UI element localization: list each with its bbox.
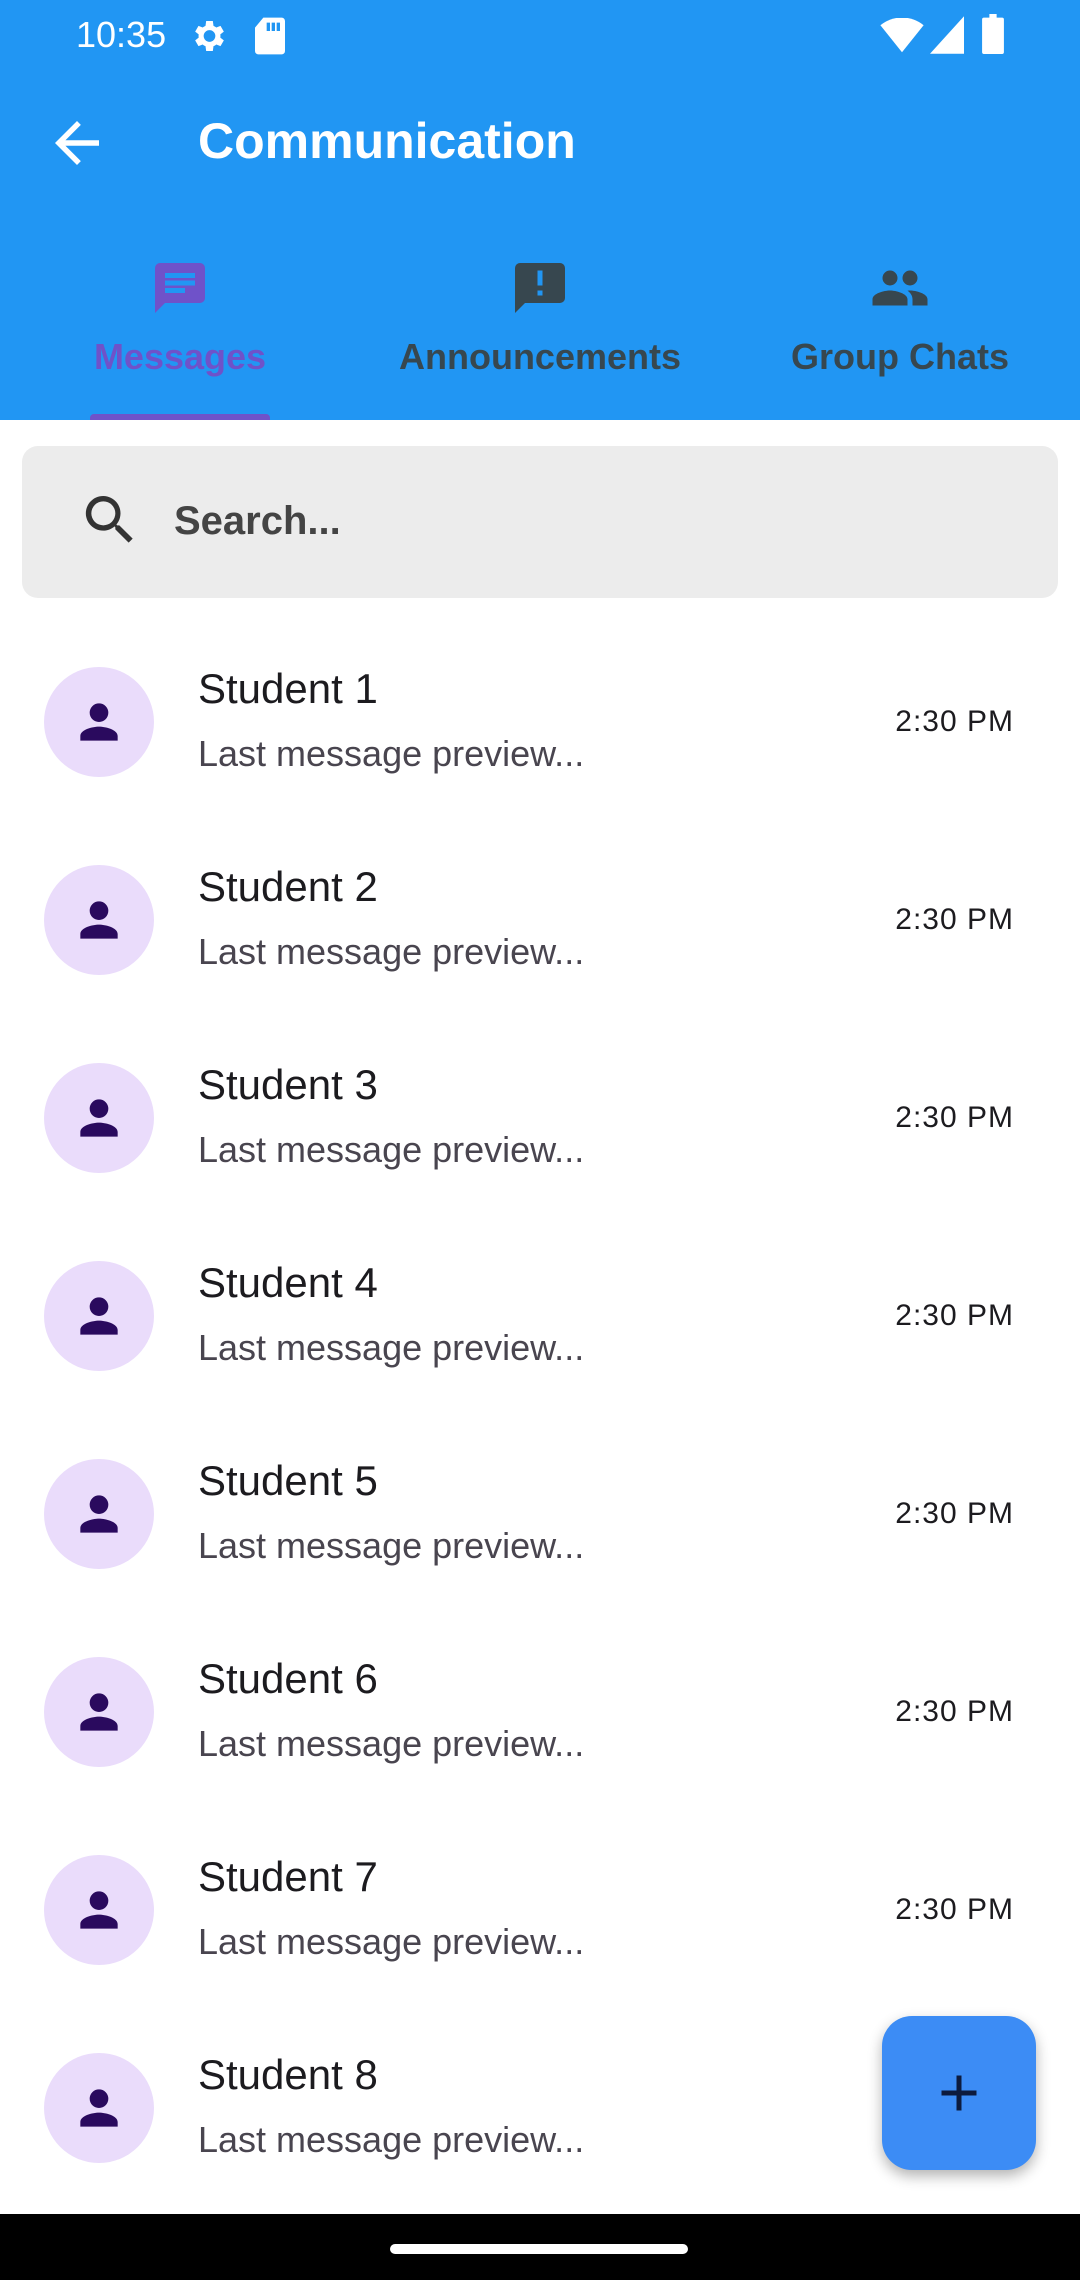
list-item[interactable]: Student 2 Last message preview... 2:30 P… — [0, 821, 1080, 1019]
app-bar: 10:35 Communication Messages Announcemen… — [0, 0, 1080, 420]
contact-name: Student 4 — [198, 1259, 378, 1306]
message-time: 2:30 PM — [895, 705, 1014, 738]
person-icon — [80, 1099, 118, 1137]
status-time: 10:35 — [76, 14, 167, 55]
person-icon — [80, 1891, 118, 1929]
contact-name: Student 1 — [198, 665, 378, 712]
contact-name: Student 2 — [198, 863, 378, 910]
message-preview: Last message preview... — [198, 1129, 585, 1170]
conversation-list: Student 1 Last message preview... 2:30 P… — [0, 623, 1080, 2207]
message-time: 2:30 PM — [895, 1101, 1014, 1134]
person-icon — [80, 703, 118, 741]
back-button[interactable] — [44, 110, 110, 176]
message-icon — [150, 258, 210, 318]
message-preview: Last message preview... — [198, 1723, 585, 1764]
message-preview: Last message preview... — [198, 733, 585, 774]
signal-icon — [930, 16, 964, 59]
settings-icon — [188, 16, 228, 61]
list-item[interactable]: Student 4 Last message preview... 2:30 P… — [0, 1217, 1080, 1415]
tab-bar: Messages Announcements Group Chats — [0, 240, 1080, 420]
announcement-icon — [510, 258, 570, 318]
search-input[interactable] — [174, 486, 1014, 556]
page-title: Communication — [198, 113, 576, 169]
contact-name: Student 8 — [198, 2051, 378, 2098]
message-preview: Last message preview... — [198, 931, 585, 972]
search-icon — [78, 488, 142, 552]
message-time: 2:30 PM — [895, 1497, 1014, 1530]
system-nav-bar — [0, 2214, 1080, 2280]
arrow-back-icon — [55, 121, 99, 165]
tab-group-chats-label: Group Chats — [790, 336, 1009, 377]
person-icon — [80, 2089, 118, 2127]
contact-name: Student 5 — [198, 1457, 378, 1504]
avatar — [44, 1063, 154, 1173]
message-time: 2:30 PM — [895, 1695, 1014, 1728]
person-icon — [80, 1495, 118, 1533]
list-item[interactable]: Student 6 Last message preview... 2:30 P… — [0, 1613, 1080, 1811]
avatar — [44, 865, 154, 975]
list-item[interactable]: Student 7 Last message preview... 2:30 P… — [0, 1811, 1080, 2009]
search-bar[interactable] — [22, 446, 1058, 598]
contact-name: Student 7 — [198, 1853, 378, 1900]
list-item[interactable]: Student 3 Last message preview... 2:30 P… — [0, 1019, 1080, 1217]
message-time: 2:30 PM — [895, 1893, 1014, 1926]
group-icon — [870, 258, 930, 318]
new-message-fab[interactable] — [882, 2016, 1036, 2170]
contact-name: Student 6 — [198, 1655, 378, 1702]
status-bar: 10:35 — [0, 0, 1080, 70]
person-icon — [80, 1297, 118, 1335]
tab-group-chats[interactable]: Group Chats — [720, 240, 1080, 420]
list-item[interactable]: Student 1 Last message preview... 2:30 P… — [0, 623, 1080, 821]
contact-name: Student 3 — [198, 1061, 378, 1108]
message-preview: Last message preview... — [198, 2119, 585, 2160]
avatar — [44, 2053, 154, 2163]
battery-icon — [982, 14, 1004, 59]
wifi-icon — [880, 17, 924, 59]
tab-indicator — [90, 414, 270, 420]
message-time: 2:30 PM — [895, 903, 1014, 936]
tab-messages[interactable]: Messages — [0, 240, 360, 420]
sd-card-icon — [252, 16, 288, 61]
avatar — [44, 1855, 154, 1965]
avatar — [44, 1459, 154, 1569]
message-preview: Last message preview... — [198, 1327, 585, 1368]
avatar — [44, 1261, 154, 1371]
add-icon — [941, 2075, 977, 2111]
tab-messages-label: Messages — [93, 336, 267, 377]
person-icon — [80, 1693, 118, 1731]
avatar — [44, 667, 154, 777]
list-item[interactable]: Student 5 Last message preview... 2:30 P… — [0, 1415, 1080, 1613]
message-time: 2:30 PM — [895, 1299, 1014, 1332]
tab-announcements-label: Announcements — [398, 336, 682, 377]
message-preview: Last message preview... — [198, 1525, 585, 1566]
message-preview: Last message preview... — [198, 1921, 585, 1962]
home-gesture-handle[interactable] — [390, 2244, 688, 2254]
tab-announcements[interactable]: Announcements — [360, 240, 720, 420]
person-icon — [80, 901, 118, 939]
avatar — [44, 1657, 154, 1767]
